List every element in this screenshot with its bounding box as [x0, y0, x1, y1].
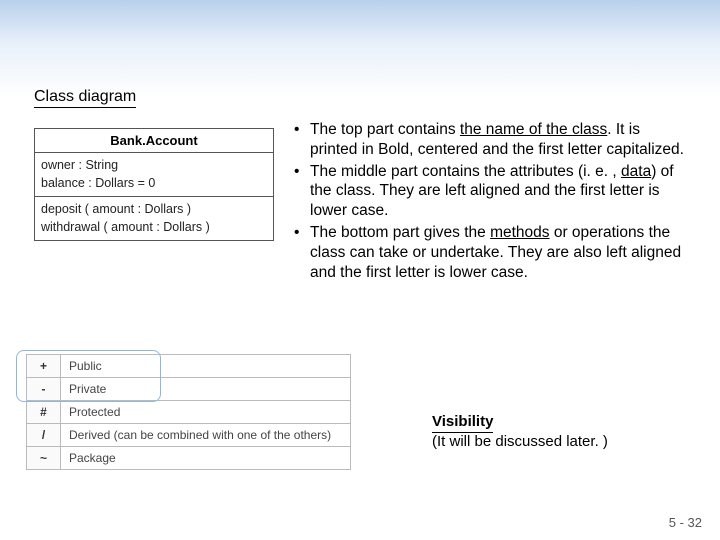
bullet-underline: methods [490, 224, 549, 241]
uml-class-box: Bank.Account owner : String balance : Do… [34, 128, 274, 241]
bullet-item: The bottom part gives the methods or ope… [292, 223, 687, 282]
uml-class-name: Bank.Account [35, 129, 273, 153]
visibility-symbol: - [27, 378, 61, 401]
table-row: ~ Package [27, 447, 351, 470]
visibility-subtext: (It will be discussed later. ) [432, 433, 608, 450]
visibility-label: Protected [61, 401, 351, 424]
visibility-label: Derived (can be combined with one of the… [61, 424, 351, 447]
bullet-item: The middle part contains the attributes … [292, 162, 687, 221]
uml-attribute: balance : Dollars = 0 [41, 175, 267, 193]
table-row: - Private [27, 378, 351, 401]
bullet-text: The middle part contains the attributes … [310, 163, 621, 180]
section-title: Class diagram [34, 88, 136, 108]
bullet-item: The top part contains the name of the cl… [292, 120, 687, 160]
uml-attribute: owner : String [41, 157, 267, 175]
uml-operations: deposit ( amount : Dollars ) withdrawal … [35, 197, 273, 240]
visibility-label: Private [61, 378, 351, 401]
visibility-table: + Public - Private # Protected / Derived… [26, 354, 351, 470]
bullet-text: The top part contains [310, 121, 460, 138]
bullet-text: The bottom part gives the [310, 224, 490, 241]
visibility-symbol: + [27, 355, 61, 378]
visibility-label: Public [61, 355, 351, 378]
table-row: / Derived (can be combined with one of t… [27, 424, 351, 447]
visibility-symbol: / [27, 424, 61, 447]
bullet-underline: the name of the class [460, 121, 607, 138]
visibility-heading: Visibility [432, 413, 493, 433]
visibility-symbol: ~ [27, 447, 61, 470]
visibility-symbol: # [27, 401, 61, 424]
uml-operation: deposit ( amount : Dollars ) [41, 201, 267, 219]
description-list: The top part contains the name of the cl… [292, 120, 687, 285]
uml-operation: withdrawal ( amount : Dollars ) [41, 219, 267, 237]
uml-attributes: owner : String balance : Dollars = 0 [35, 153, 273, 197]
bullet-underline: data [621, 163, 651, 180]
visibility-note: Visibility (It will be discussed later. … [432, 413, 608, 452]
table-row: # Protected [27, 401, 351, 424]
table-row: + Public [27, 355, 351, 378]
page-number: 5 - 32 [669, 515, 702, 530]
visibility-label: Package [61, 447, 351, 470]
